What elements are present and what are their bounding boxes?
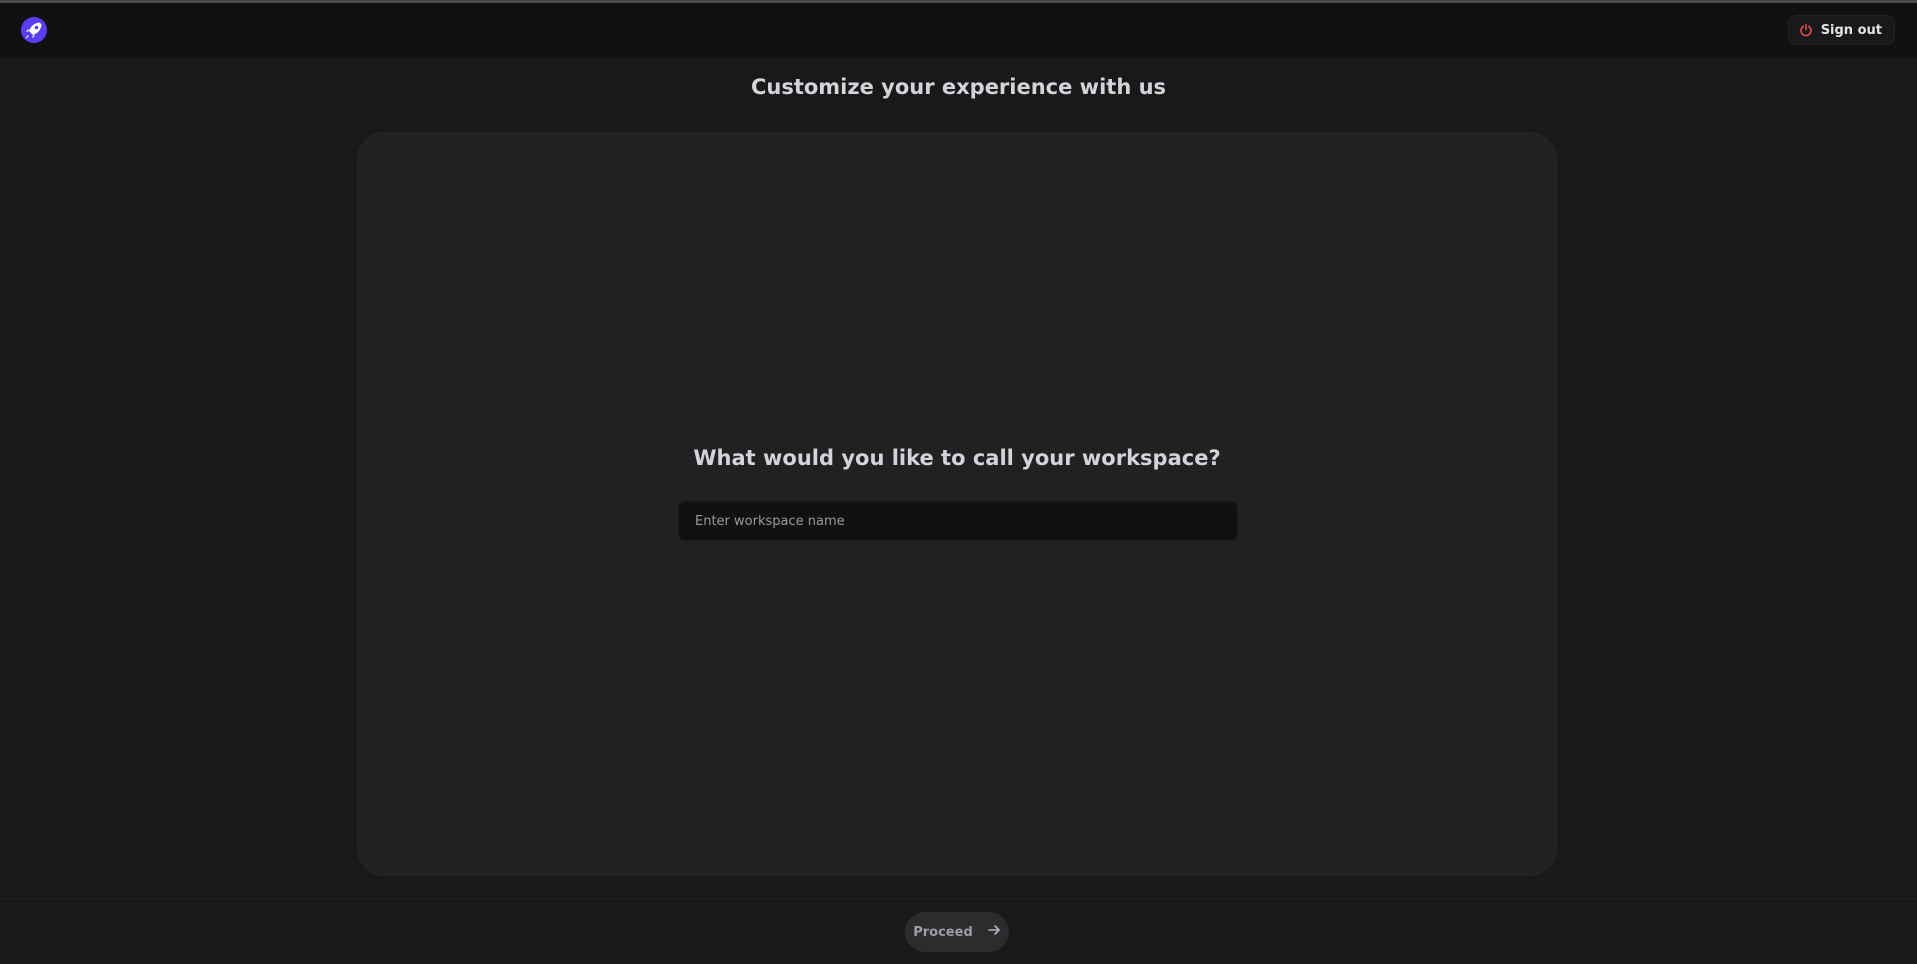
rocket-icon[interactable] <box>20 16 48 44</box>
page-title: Customize your experience with us <box>750 75 1167 99</box>
top-bar: Sign out <box>0 3 1917 58</box>
sign-out-button[interactable]: Sign out <box>1787 15 1895 45</box>
workspace-card: What would you like to call your workspa… <box>357 132 1557 876</box>
workspace-name-input[interactable] <box>678 501 1238 541</box>
proceed-button[interactable]: Proceed <box>905 912 1009 952</box>
sign-out-label: Sign out <box>1820 22 1882 38</box>
footer-divider <box>0 898 1917 899</box>
workspace-question: What would you like to call your workspa… <box>693 446 1221 470</box>
power-icon <box>1799 23 1813 37</box>
proceed-label: Proceed <box>913 924 973 940</box>
arrow-right-icon <box>987 923 1001 941</box>
